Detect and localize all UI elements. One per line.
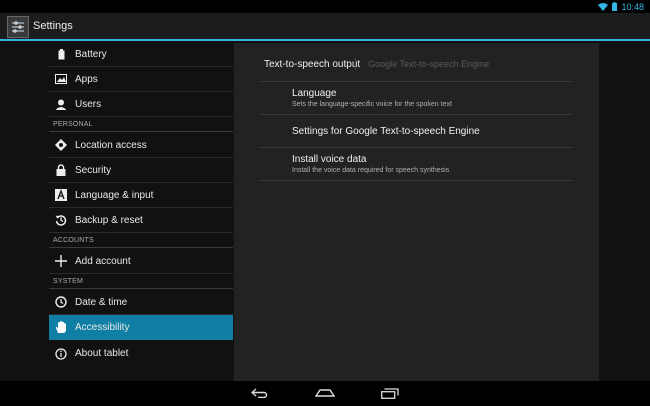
pref-summary: Sets the language-specific voice for the… <box>292 101 452 108</box>
divider <box>260 180 572 181</box>
settings-sidebar: Battery Apps Users PERSONAL Location acc… <box>49 41 233 381</box>
tts-engine-label: Google Text-to-speech Engine <box>368 59 490 69</box>
location-icon <box>54 138 68 152</box>
sidebar-item-accessibility[interactable]: Accessibility <box>49 315 233 340</box>
recents-icon[interactable] <box>380 386 400 400</box>
lock-icon <box>54 163 68 177</box>
action-bar: Settings <box>0 13 650 41</box>
sidebar-item-security[interactable]: Security <box>49 158 233 183</box>
sidebar-item-users[interactable]: Users <box>49 92 233 117</box>
language-icon <box>54 188 68 202</box>
sidebar-item-language[interactable]: Language & input <box>49 183 233 208</box>
clock-icon <box>54 295 68 309</box>
sidebar-item-backup[interactable]: Backup & reset <box>49 208 233 233</box>
section-header-personal: PERSONAL <box>49 119 233 132</box>
settings-app-icon[interactable] <box>7 16 29 38</box>
hand-icon <box>54 321 68 335</box>
sidebar-item-label: Battery <box>75 48 107 60</box>
clock: 10:48 <box>621 1 644 12</box>
users-icon <box>54 97 68 111</box>
sidebar-item-label: About tablet <box>75 348 129 359</box>
pref-summary: Install the voice data required for spee… <box>292 167 450 174</box>
back-icon[interactable] <box>250 386 270 400</box>
info-icon <box>54 347 68 361</box>
divider <box>260 147 572 148</box>
sidebar-item-add-account[interactable]: Add account <box>49 249 233 274</box>
battery-icon <box>54 47 68 61</box>
pref-title: Settings for Google Text-to-speech Engin… <box>292 126 480 137</box>
detail-pane: Text-to-speech output Google Text-to-spee… <box>234 43 599 381</box>
pref-install-voice-data[interactable]: Install voice data Install the voice dat… <box>292 154 449 174</box>
pref-language[interactable]: Language Sets the language-specific voic… <box>292 88 452 108</box>
pref-title: Language <box>292 88 337 99</box>
pref-engine-settings[interactable]: Settings for Google Text-to-speech Engin… <box>292 126 480 137</box>
sidebar-item-label: Add account <box>75 255 131 267</box>
sidebar-item-label: Language & input <box>75 189 154 201</box>
sidebar-item-about[interactable]: About tablet <box>49 341 233 366</box>
sidebar-item-label: Date & time <box>75 296 128 308</box>
add-icon <box>54 254 68 268</box>
backup-icon <box>54 213 68 227</box>
section-header-system: SYSTEM <box>49 276 233 289</box>
app-title[interactable]: Settings <box>33 20 73 32</box>
sidebar-item-label: Accessibility <box>75 322 130 333</box>
sidebar-item-location[interactable]: Location access <box>49 133 233 158</box>
home-icon[interactable] <box>315 386 335 400</box>
sidebar-item-label: Location access <box>75 139 147 151</box>
sidebar-item-battery[interactable]: Battery <box>49 42 233 67</box>
status-icons: 10:48 <box>598 0 644 13</box>
tts-header: Text-to-speech output Google Text-to-spee… <box>264 59 489 70</box>
sidebar-item-apps[interactable]: Apps <box>49 67 233 92</box>
sidebar-item-label: Backup & reset <box>75 214 143 226</box>
navigation-bar <box>0 381 650 406</box>
pref-title: Install voice data <box>292 154 367 165</box>
header-separator <box>355 58 356 70</box>
sidebar-item-label: Users <box>75 98 102 110</box>
header-divider <box>260 81 572 82</box>
divider <box>260 114 572 115</box>
section-header-accounts: ACCOUNTS <box>49 235 233 248</box>
apps-icon <box>54 72 68 86</box>
content-area: Battery Apps Users PERSONAL Location acc… <box>0 41 650 381</box>
sidebar-item-label: Apps <box>75 73 98 85</box>
sidebar-item-date-time[interactable]: Date & time <box>49 290 233 315</box>
status-bar: 10:48 <box>0 0 650 13</box>
page-title: Text-to-speech output <box>264 59 361 70</box>
sidebar-item-label: Security <box>75 164 112 176</box>
